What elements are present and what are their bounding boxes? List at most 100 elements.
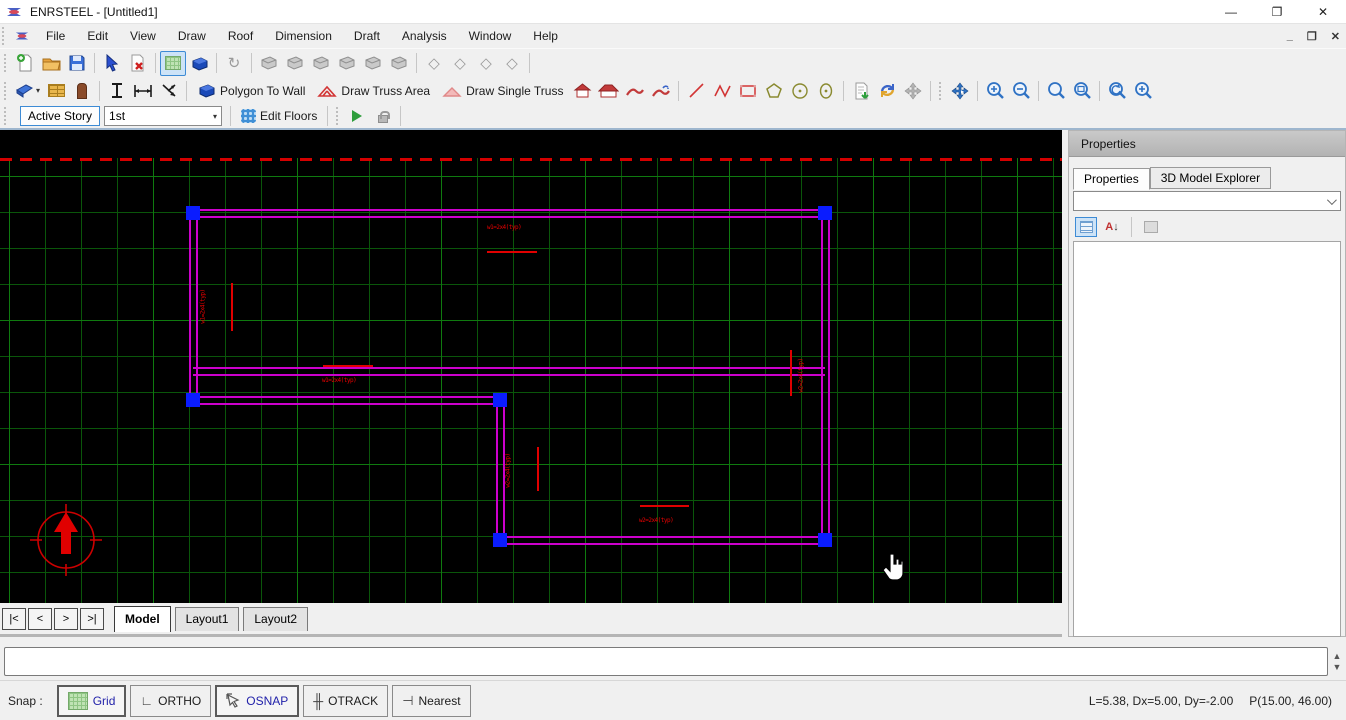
dimension-tool-button[interactable]: [130, 78, 156, 103]
sync-model-button[interactable]: [874, 78, 900, 103]
active-story-button[interactable]: Active Story: [20, 106, 101, 126]
toolbar-grip[interactable]: [4, 107, 9, 125]
toolbar-grip[interactable]: [939, 81, 944, 100]
door-tool-button[interactable]: [69, 78, 95, 103]
wall-right[interactable]: [821, 213, 830, 540]
draw-truss-area-button[interactable]: Draw Truss Area: [311, 78, 436, 103]
scroll-up-icon[interactable]: ▲: [1333, 652, 1342, 661]
iso-view-se-button[interactable]: ◇: [447, 51, 473, 76]
scroll-down-icon[interactable]: ▼: [1333, 663, 1342, 672]
drawing-canvas[interactable]: w1=2x4(typ) w1=2x4(typ) w1=2x4(typ) w2=2…: [0, 130, 1062, 603]
save-button[interactable]: [64, 51, 90, 76]
solid-view-button[interactable]: [186, 51, 212, 76]
wall-bottom[interactable]: [500, 536, 825, 545]
wall-mid-horizontal[interactable]: [193, 396, 500, 405]
categorized-view-button[interactable]: [1075, 217, 1097, 237]
tab-layout1[interactable]: Layout1: [174, 606, 240, 631]
draw-single-truss-button[interactable]: Draw Single Truss: [436, 78, 569, 103]
view-cube-right-button[interactable]: [334, 51, 360, 76]
wall-node[interactable]: [493, 533, 507, 547]
menu-analysis[interactable]: Analysis: [391, 24, 458, 48]
grid-area[interactable]: w1=2x4(typ) w1=2x4(typ) w1=2x4(typ) w2=2…: [0, 158, 1062, 603]
zoom-extents-button[interactable]: [1069, 78, 1095, 103]
wall-top[interactable]: [193, 209, 825, 218]
wireframe-view-button[interactable]: [160, 50, 186, 76]
toolbar-grip[interactable]: [336, 107, 341, 125]
ortho-toggle[interactable]: ∟ ORTHO: [130, 684, 212, 717]
open-file-button[interactable]: [38, 51, 64, 76]
previous-sheet-button[interactable]: <: [28, 607, 52, 630]
menu-view[interactable]: View: [119, 24, 167, 48]
lock-model-button[interactable]: [370, 104, 396, 129]
roof-slope-button[interactable]: [622, 78, 648, 103]
house-hip-roof-button[interactable]: [595, 78, 622, 103]
nearest-snap-toggle[interactable]: ⊣ Nearest: [392, 684, 471, 717]
iso-view-nw-button[interactable]: ◇: [499, 51, 525, 76]
house-roof-button[interactable]: [569, 78, 595, 103]
wall-top[interactable]: [193, 367, 825, 376]
tab-3d-model-explorer[interactable]: 3D Model Explorer: [1149, 167, 1272, 189]
menu-file[interactable]: File: [35, 24, 76, 48]
view-cube-back-button[interactable]: [282, 51, 308, 76]
menu-help[interactable]: Help: [522, 24, 569, 48]
leader-tool-button[interactable]: [156, 78, 182, 103]
view-cube-left-button[interactable]: [308, 51, 334, 76]
delete-button[interactable]: [125, 51, 151, 76]
beam-tool-button[interactable]: [104, 78, 130, 103]
iso-view-sw-button[interactable]: ◇: [421, 51, 447, 76]
menu-dimension[interactable]: Dimension: [264, 24, 343, 48]
property-grid[interactable]: [1073, 241, 1341, 637]
tab-properties[interactable]: Properties: [1073, 168, 1150, 190]
wall-tool-button[interactable]: ▾: [12, 78, 43, 103]
next-sheet-button[interactable]: >: [54, 607, 78, 630]
circle-tool-button[interactable]: [787, 78, 813, 103]
select-tool-button[interactable]: [99, 51, 125, 76]
property-pages-button[interactable]: [1140, 217, 1162, 237]
menu-edit[interactable]: Edit: [76, 24, 119, 48]
polygon-to-wall-button[interactable]: Polygon To Wall: [191, 78, 311, 103]
command-input[interactable]: [4, 647, 1328, 676]
toolbar-grip[interactable]: [4, 81, 9, 100]
toolbar-grip[interactable]: [4, 54, 9, 72]
view-cube-top-button[interactable]: [360, 51, 386, 76]
menu-draw[interactable]: Draw: [167, 24, 217, 48]
roof-edit-button[interactable]: [648, 78, 674, 103]
move-tool-button[interactable]: [900, 78, 926, 103]
first-sheet-button[interactable]: |<: [2, 607, 26, 630]
tab-layout2[interactable]: Layout2: [243, 606, 309, 631]
alphabetical-sort-button[interactable]: A↓: [1101, 217, 1123, 237]
properties-panel-caption[interactable]: Properties: [1069, 131, 1345, 157]
otrack-toggle[interactable]: ╫ OTRACK: [303, 684, 389, 717]
close-button[interactable]: ✕: [1300, 0, 1346, 24]
zoom-in-button[interactable]: [982, 78, 1008, 103]
wall-node[interactable]: [818, 533, 832, 547]
story-select[interactable]: 1st ▾: [104, 106, 223, 126]
pan-button[interactable]: [947, 78, 973, 103]
menu-draft[interactable]: Draft: [343, 24, 391, 48]
minimize-button[interactable]: —: [1208, 0, 1254, 24]
wall-node[interactable]: [818, 206, 832, 220]
mdi-minimize-button[interactable]: _: [1287, 30, 1293, 42]
zoom-window-button[interactable]: [1043, 78, 1069, 103]
restore-button[interactable]: ❐: [1254, 0, 1300, 24]
line-tool-button[interactable]: [683, 78, 709, 103]
osnap-toggle[interactable]: OSNAP: [215, 684, 300, 717]
rectangle-tool-button[interactable]: [735, 78, 761, 103]
polygon-tool-button[interactable]: [761, 78, 787, 103]
new-file-button[interactable]: [12, 51, 38, 76]
wall-node[interactable]: [186, 393, 200, 407]
menu-roof[interactable]: Roof: [217, 24, 264, 48]
zoom-out-button[interactable]: [1008, 78, 1034, 103]
toolbar-grip[interactable]: [2, 27, 8, 45]
menu-window[interactable]: Window: [458, 24, 523, 48]
wall-left[interactable]: [189, 213, 198, 400]
brick-wall-button[interactable]: [43, 78, 69, 103]
ellipse-tool-button[interactable]: [813, 78, 839, 103]
wall-node[interactable]: [186, 206, 200, 220]
grid-snap-toggle[interactable]: Grid: [56, 684, 127, 717]
tab-model[interactable]: Model: [114, 605, 171, 632]
import-model-button[interactable]: [848, 78, 874, 103]
mdi-close-button[interactable]: ✕: [1331, 30, 1340, 43]
edit-floors-button[interactable]: Edit Floors: [235, 104, 323, 129]
view-cube-front-button[interactable]: [256, 51, 282, 76]
